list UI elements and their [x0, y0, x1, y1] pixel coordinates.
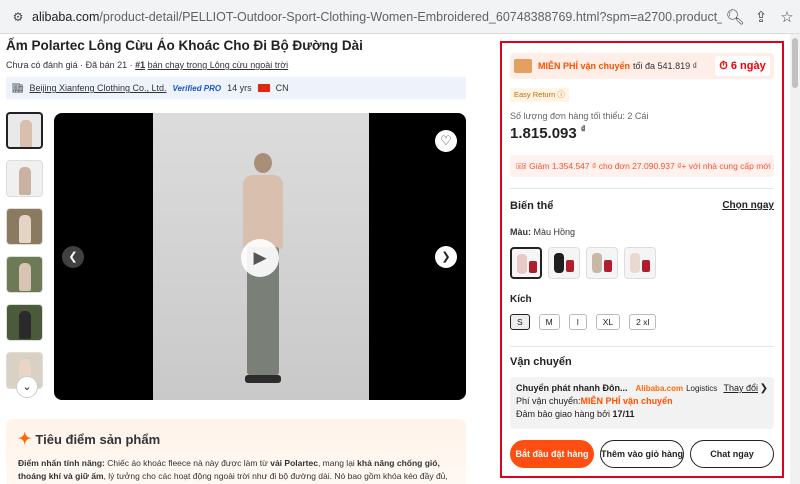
chevron-down-icon[interactable]: ⌄	[16, 376, 38, 398]
size-option[interactable]: M	[538, 314, 560, 330]
supplier-name[interactable]: Beijing Xianfeng Clothing Co., Ltd.	[29, 83, 166, 93]
change-shipping-link[interactable]: Thay đổi	[723, 382, 758, 395]
coupon-icon: 🎫︎	[516, 161, 530, 171]
search-icon[interactable]: 🔍︎	[722, 8, 748, 26]
chat-now-button[interactable]: Chat ngay	[690, 440, 774, 468]
color-swatch-black[interactable]	[548, 247, 580, 279]
start-order-button[interactable]: Bắt đầu đặt hàng	[510, 440, 594, 468]
product-title: Ấm Polartec Lông Cừu Áo Khoác Cho Đi Bộ …	[6, 38, 363, 53]
choose-now-link[interactable]: Chọn ngay	[722, 200, 774, 211]
browser-address-bar[interactable]: ⚙ alibaba.com/product-detail/PELLIOT-Out…	[0, 0, 800, 34]
size-option[interactable]: S	[510, 314, 530, 330]
rank-link[interactable]: bán chạy trong Lông cừu ngoài trời	[148, 60, 289, 70]
thumbnail[interactable]	[6, 160, 43, 197]
highlights-heading: ✦ Tiêu điểm sản phẩm	[18, 431, 161, 448]
thumbnail[interactable]	[6, 256, 43, 293]
shipping-box[interactable]: Chuyển phát nhanh Đôn... Alibaba.com Logis…	[510, 377, 774, 429]
size-option[interactable]: 2 xl	[629, 314, 657, 330]
supplier-bar: 🏬︎ Beijing Xianfeng Clothing Co., Ltd. V…	[6, 77, 466, 99]
color-swatches	[510, 247, 656, 279]
thumbnail[interactable]	[6, 208, 43, 245]
supplier-years: 14 yrs	[227, 83, 252, 93]
size-label: Kích	[510, 294, 532, 305]
coupon-banner[interactable]: 🎫︎ Giảm 1.354.547 ₫ cho đơn 27.090.937 ₫…	[510, 155, 774, 177]
product-meta: Chưa có đánh giá · Đã bán 21 · #1 bán ch…	[6, 60, 289, 70]
color-label: Màu: Màu Hồng	[510, 227, 576, 237]
add-to-cart-button[interactable]: Thêm vào giỏ hàng	[600, 440, 684, 468]
chevron-right-icon[interactable]: ❯	[760, 382, 768, 395]
shipping-banner: MIỄN PHÍ vận chuyển tối đa 541.819 ₫ ⏱ 6…	[510, 53, 774, 79]
verified-badge: Verified PRO	[172, 83, 222, 93]
main-product-image[interactable]: ▶ ❮ ❯ ♡	[54, 113, 466, 400]
divider	[510, 346, 774, 347]
url-text[interactable]: alibaba.com/product-detail/PELLIOT-Outdo…	[32, 10, 722, 24]
price: 1.815.093 ₫	[510, 124, 586, 142]
variants-title: Biến thể	[510, 200, 554, 212]
delivery-days-badge: ⏱ 6 ngày	[715, 56, 770, 76]
supplier-country: CN	[275, 83, 289, 93]
tune-icon[interactable]: ⚙	[4, 10, 32, 24]
highlights-text: Điểm nhấn tính năng: Chiếc áo khoác flee…	[18, 458, 448, 481]
star-icon[interactable]: ☆	[774, 8, 800, 26]
color-swatch-khaki[interactable]	[586, 247, 618, 279]
china-flag-icon	[257, 84, 270, 92]
store-icon: 🏬︎	[12, 82, 24, 93]
scrollbar[interactable]	[790, 34, 800, 484]
chevron-right-icon: ›	[773, 161, 774, 171]
chevron-left-icon[interactable]: ❮	[62, 246, 84, 268]
rank-badge[interactable]: #1	[135, 60, 145, 70]
play-icon[interactable]: ▶	[241, 239, 279, 277]
heart-icon[interactable]: ♡	[435, 130, 457, 152]
thumbnail-list: ⌄	[6, 112, 46, 400]
shipping-title: Vận chuyển	[510, 356, 572, 368]
product-gallery-panel: Ấm Polartec Lông Cừu Áo Khoác Cho Đi Bộ …	[0, 34, 490, 484]
share-icon[interactable]: ⇪	[748, 8, 774, 26]
thumbnail[interactable]	[6, 304, 43, 341]
color-swatch-pink[interactable]	[510, 247, 542, 279]
size-option[interactable]: l	[568, 314, 587, 330]
action-buttons: Bắt đầu đặt hàng Thêm vào giỏ hàng Chat …	[510, 440, 774, 468]
divider	[510, 188, 774, 189]
easy-return-badge[interactable]: Easy Return ⓘ	[510, 88, 569, 102]
sparkle-icon: ✦	[18, 431, 32, 448]
thumbnail[interactable]	[6, 112, 43, 149]
product-highlights: ✦ Tiêu điểm sản phẩm Điểm nhấn tính năng:…	[6, 419, 466, 484]
package-icon	[514, 59, 532, 73]
scrollbar-thumb[interactable]	[792, 38, 798, 88]
color-swatch-cream[interactable]	[624, 247, 656, 279]
size-options: S M l XL 2 xl	[510, 314, 657, 330]
chevron-right-icon[interactable]: ❯	[435, 246, 457, 268]
purchase-panel: MIỄN PHÍ vận chuyển tối đa 541.819 ₫ ⏱ 6…	[500, 41, 784, 478]
min-order: Số lượng đơn hàng tối thiểu: 2 Cái	[510, 111, 649, 121]
size-option[interactable]: XL	[595, 314, 621, 330]
